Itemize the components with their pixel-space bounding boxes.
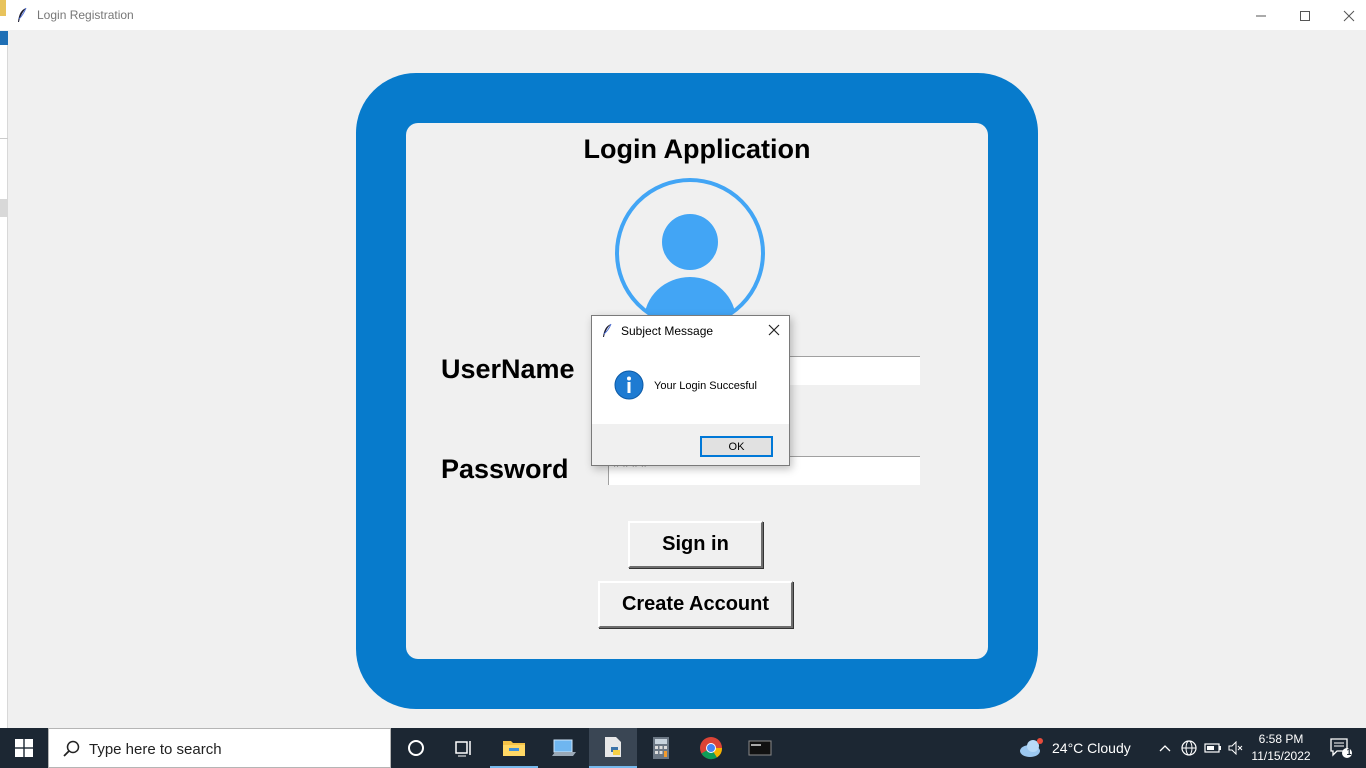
- show-hidden-icons-button[interactable]: [1156, 728, 1174, 768]
- task-view-button[interactable]: [440, 728, 488, 768]
- pc-app-button[interactable]: [540, 728, 588, 768]
- ok-button[interactable]: OK: [700, 436, 773, 457]
- task-view-icon: [455, 741, 471, 757]
- battery-button[interactable]: [1202, 728, 1224, 768]
- create-account-button[interactable]: Create Account: [598, 581, 793, 628]
- notification-count: 1: [1346, 747, 1352, 757]
- calculator-icon: [653, 737, 669, 759]
- feather-icon: [18, 7, 27, 22]
- terminal-icon: [748, 740, 772, 756]
- chrome-button[interactable]: [687, 728, 735, 768]
- calculator-button[interactable]: [637, 728, 685, 768]
- python-app-button[interactable]: [589, 728, 637, 768]
- start-button[interactable]: [0, 728, 48, 768]
- volume-muted-icon: [1228, 741, 1243, 755]
- close-icon: [1343, 10, 1355, 21]
- clock-date: 11/15/2022: [1251, 749, 1311, 763]
- folder-icon: [0, 0, 6, 16]
- weather-widget[interactable]: 24°C Cloudy: [1018, 728, 1131, 768]
- close-icon[interactable]: [766, 322, 782, 338]
- password-label: Password: [441, 454, 569, 484]
- username-label: UserName: [441, 354, 575, 384]
- windows-icon: [15, 739, 33, 757]
- taskbar: Type here to search 24°C Cloudy 6:58 PM …: [0, 728, 1366, 768]
- taskbar-clock[interactable]: 6:58 PM 11/15/2022: [1246, 731, 1316, 765]
- folder-icon: [503, 741, 525, 756]
- dialog-footer: OK: [592, 424, 789, 465]
- minimize-icon: [1256, 15, 1266, 16]
- dialog-message: Your Login Succesful: [654, 380, 757, 392]
- sign-in-button[interactable]: Sign in: [628, 521, 763, 568]
- maximize-icon: [1300, 10, 1310, 21]
- file-explorer-button[interactable]: [490, 728, 538, 768]
- minimize-button[interactable]: [1238, 0, 1284, 31]
- info-icon: [614, 370, 644, 400]
- globe-icon: [1181, 740, 1197, 756]
- network-button[interactable]: [1178, 728, 1200, 768]
- page-title: Login Application: [583, 134, 811, 164]
- volume-button[interactable]: [1225, 728, 1247, 768]
- clock-time: 6:58 PM: [1258, 732, 1304, 746]
- window-title: Login Registration: [37, 8, 134, 22]
- python-file-icon: [605, 737, 621, 757]
- window-titlebar: Login Registration: [0, 0, 1366, 31]
- close-window-button[interactable]: [1326, 0, 1366, 31]
- taskbar-search[interactable]: Type here to search: [48, 728, 391, 768]
- cortana-button[interactable]: [392, 728, 440, 768]
- computer-icon: [552, 739, 576, 756]
- background-window-edge: [0, 31, 8, 728]
- search-icon: [63, 740, 80, 757]
- chrome-icon: [700, 737, 723, 760]
- cloudy-weather-icon: [1020, 738, 1043, 757]
- feather-icon: [603, 323, 612, 337]
- dialog-title: Subject Message: [621, 324, 714, 338]
- maximize-button[interactable]: [1282, 0, 1328, 31]
- cortana-icon: [408, 740, 424, 756]
- terminal-app-button[interactable]: [736, 728, 784, 768]
- message-dialog: Subject Message Your Login Succesful OK: [591, 315, 790, 466]
- weather-text: 24°C Cloudy: [1052, 740, 1131, 756]
- user-avatar-icon: [615, 178, 765, 328]
- battery-icon: [1204, 743, 1221, 753]
- chevron-up-icon: [1159, 745, 1171, 752]
- notification-center-button[interactable]: 1: [1316, 728, 1366, 768]
- search-placeholder: Type here to search: [89, 741, 222, 758]
